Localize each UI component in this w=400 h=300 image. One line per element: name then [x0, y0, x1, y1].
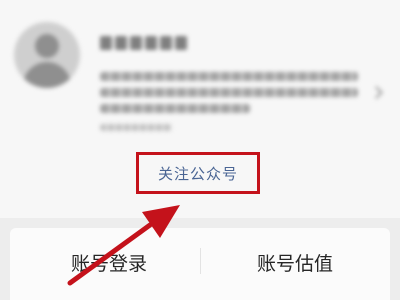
person-avatar-icon — [14, 22, 80, 88]
account-name-blurred — [100, 36, 192, 52]
account-valuation-button[interactable]: 账号估值 — [200, 246, 390, 278]
account-login-button[interactable]: 账号登录 — [14, 246, 204, 278]
chevron-right-icon[interactable] — [370, 86, 383, 99]
description-line-1-blurred — [100, 72, 358, 81]
account-profile-card: 关注公众号 — [0, 0, 400, 218]
description-line-2-blurred — [100, 88, 358, 97]
description-line-3-blurred — [100, 104, 250, 113]
meta-info-blurred — [100, 124, 172, 131]
follow-button-label: 关注公众号 — [157, 164, 238, 183]
follow-official-account-button[interactable]: 关注公众号 — [136, 152, 260, 194]
